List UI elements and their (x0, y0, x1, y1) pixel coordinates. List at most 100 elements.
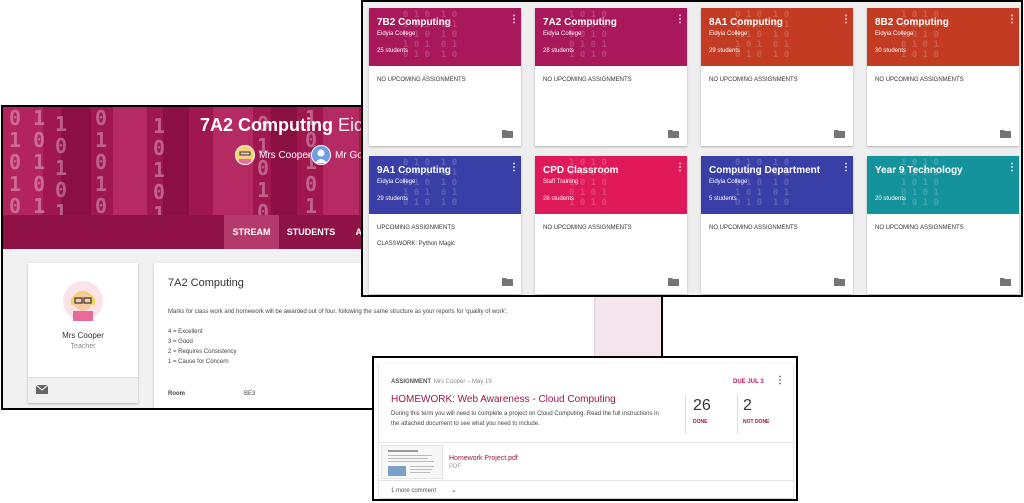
upcoming-status: NO UPCOMING ASSIGNMENTS (875, 225, 964, 231)
class-card-student-count: 29 students (377, 196, 409, 202)
class-card-header[interactable]: 1 0 1 0 0 1 0 1 1 0 1 0 0 1 0 1 1 0 1 0Y… (867, 156, 1019, 214)
not-done-count[interactable]: 2 (743, 397, 752, 415)
attachment-type: PDF (449, 464, 461, 470)
avatar (311, 145, 331, 165)
assignment-card[interactable]: ASSIGNMENT Mrs Cooper – May 19 DUE JUL 3… (379, 364, 793, 498)
class-card-header[interactable]: 0 1 0 1 0 1 0 1 0 1 0 1 0 1 0 1 0 1 0 1 … (701, 156, 853, 214)
upcoming-status: NO UPCOMING ASSIGNMENTS (377, 77, 466, 83)
class-card[interactable]: 0 1 0 1 0 1 0 1 0 1 0 1 0 1 0 1 0 1 0 1 … (701, 8, 853, 146)
class-card[interactable]: 0 1 0 1 0 1 0 1 0 1 0 1 0 1 0 1 0 1 0 1 … (369, 156, 521, 294)
binary-pattern: 1 0 1 0 1 (55, 112, 68, 215)
teacher-chip-name: Mr Go (335, 149, 363, 161)
teacher-chip[interactable]: Mr Go (311, 145, 363, 165)
done-count[interactable]: 26 (693, 397, 711, 415)
class-card[interactable]: 1 0 1 0 0 1 0 1 1 0 1 0 0 1 0 1 1 0 1 07… (535, 8, 687, 146)
class-card-subtitle: Eidyia College (543, 31, 582, 37)
mail-icon[interactable] (36, 385, 48, 394)
grade-scale-item: 2 = Requires Consistency (168, 349, 237, 355)
class-card-student-count: 25 students (377, 48, 409, 54)
comments-toggle[interactable]: 1 more comment (391, 488, 436, 494)
folder-icon[interactable] (668, 129, 679, 138)
class-card-header[interactable]: 0 1 0 1 0 1 0 1 0 1 0 1 0 1 0 1 0 1 0 1 … (701, 8, 853, 66)
screenshot-canvas: 0 1 1 0 0 1 1 0 0 1 1 0 1 0 1 0 1 0 1 0 … (0, 0, 1024, 503)
class-card-header[interactable]: 0 1 0 1 0 1 0 1 0 1 0 1 0 1 0 1 0 1 0 1 … (369, 156, 521, 214)
teacher-card: Mrs Cooper Teacher (28, 263, 138, 403)
class-card-subtitle: Eidyia College (377, 179, 416, 185)
attachment-name[interactable]: Homework Project.pdf (449, 455, 518, 462)
more-vert-icon[interactable]: ⋮ (841, 163, 851, 173)
assignment-title[interactable]: HOMEWORK: Web Awareness - Cloud Computin… (391, 394, 616, 405)
class-card-header[interactable]: 1 0 1 0 0 1 0 1 1 0 1 0 0 1 0 1 1 0 1 08… (867, 8, 1019, 66)
class-card-title[interactable]: Year 9 Technology (875, 165, 963, 176)
class-card-title[interactable]: 7A2 Computing (543, 17, 617, 28)
divider (685, 394, 686, 434)
more-vert-icon[interactable]: ⋮ (675, 15, 685, 25)
class-card-student-count: 5 students (709, 196, 737, 202)
room-label: Room (168, 391, 185, 397)
chevron-down-icon[interactable]: ⌄ (451, 486, 457, 494)
divider (379, 480, 793, 481)
divider (737, 394, 738, 434)
teacher-avatar-icon (63, 281, 103, 321)
class-card-title[interactable]: 9A1 Computing (377, 165, 451, 176)
more-vert-icon[interactable]: ⋮ (1007, 163, 1017, 173)
more-vert-icon[interactable]: ⋮ (775, 376, 785, 386)
about-title: 7A2 Computing (168, 277, 244, 289)
tab-students[interactable]: STUDENTS (283, 215, 339, 249)
class-card-title[interactable]: CPD Classroom (543, 165, 619, 176)
more-vert-icon[interactable]: ⋮ (509, 163, 519, 173)
more-vert-icon[interactable]: ⋮ (509, 15, 519, 25)
folder-icon[interactable] (1000, 277, 1011, 286)
folder-icon[interactable] (502, 277, 513, 286)
class-card-student-count: 20 students (875, 196, 907, 202)
assignment-type: ASSIGNMENT (391, 379, 432, 385)
class-card-title[interactable]: 7B2 Computing (377, 17, 451, 28)
class-card-title[interactable]: 8A1 Computing (709, 17, 783, 28)
class-card-header[interactable]: 1 0 1 0 0 1 0 1 1 0 1 0 0 1 0 1 1 0 1 0C… (535, 156, 687, 214)
assignment-author: Mrs Cooper – May 19 (434, 379, 492, 385)
more-vert-icon[interactable]: ⋮ (1007, 15, 1017, 25)
upcoming-status: NO UPCOMING ASSIGNMENTS (875, 77, 964, 83)
attachment-thumbnail[interactable] (381, 445, 443, 479)
class-card[interactable]: 0 1 0 1 0 1 0 1 0 1 0 1 0 1 0 1 0 1 0 1 … (369, 8, 521, 146)
teacher-card-footer (28, 377, 138, 403)
class-card-student-count: 26 students (543, 196, 575, 202)
folder-icon[interactable] (834, 277, 845, 286)
class-card[interactable]: 1 0 1 0 0 1 0 1 1 0 1 0 0 1 0 1 1 0 1 0C… (535, 156, 687, 294)
class-card-subtitle: Eidyia College (377, 31, 416, 37)
class-title: 7A2 Computing Eidyia (200, 115, 387, 135)
class-card[interactable]: 0 1 0 1 0 1 0 1 0 1 0 1 0 1 0 1 0 1 0 1 … (701, 156, 853, 294)
teacher-role: Teacher (70, 343, 96, 350)
upcoming-status: NO UPCOMING ASSIGNMENTS (543, 77, 632, 83)
more-vert-icon[interactable]: ⋮ (675, 163, 685, 173)
more-vert-icon[interactable]: ⋮ (841, 15, 851, 25)
teacher-chip-name: Mrs Cooper (259, 149, 312, 161)
class-card-student-count: 28 students (543, 48, 575, 54)
upcoming-item[interactable]: CLASSWORK: Python Magic (377, 241, 455, 247)
folder-icon[interactable] (834, 129, 845, 138)
assignment-description: During this term you will need to comple… (391, 411, 659, 427)
class-card-student-count: 29 students (709, 48, 741, 54)
folder-icon[interactable] (668, 277, 679, 286)
teacher-avatar-icon (239, 149, 251, 164)
grade-scale-item: 1 = Cause for Concern (168, 359, 229, 365)
class-card[interactable]: 1 0 1 0 0 1 0 1 1 0 1 0 0 1 0 1 1 0 1 08… (867, 8, 1019, 146)
class-card-subtitle: Staff Training (543, 179, 579, 185)
person-icon (315, 149, 327, 163)
class-card-subtitle: Eidyia College (709, 179, 748, 185)
folder-icon[interactable] (1000, 129, 1011, 138)
class-card-header[interactable]: 1 0 1 0 0 1 0 1 1 0 1 0 0 1 0 1 1 0 1 07… (535, 8, 687, 66)
upcoming-status: NO UPCOMING ASSIGNMENTS (543, 225, 632, 231)
tab-stream[interactable]: STREAM (224, 215, 279, 249)
class-card[interactable]: 1 0 1 0 0 1 0 1 1 0 1 0 0 1 0 1 1 0 1 0Y… (867, 156, 1019, 294)
upcoming-status: NO UPCOMING ASSIGNMENTS (709, 225, 798, 231)
class-card-title[interactable]: 8B2 Computing (875, 17, 949, 28)
due-date: DUE JUL 3 (733, 379, 764, 385)
folder-icon[interactable] (502, 129, 513, 138)
class-card-title[interactable]: Computing Department (709, 165, 820, 176)
not-done-label: NOT DONE (743, 419, 770, 425)
binary-pattern: 0 1 1 0 0 1 1 0 0 1 (9, 107, 46, 215)
teacher-chip[interactable]: Mrs Cooper (235, 145, 311, 165)
binary-pattern: 1 0 1 0 1 (153, 114, 166, 215)
class-card-header[interactable]: 0 1 0 1 0 1 0 1 0 1 0 1 0 1 0 1 0 1 0 1 … (369, 8, 521, 66)
